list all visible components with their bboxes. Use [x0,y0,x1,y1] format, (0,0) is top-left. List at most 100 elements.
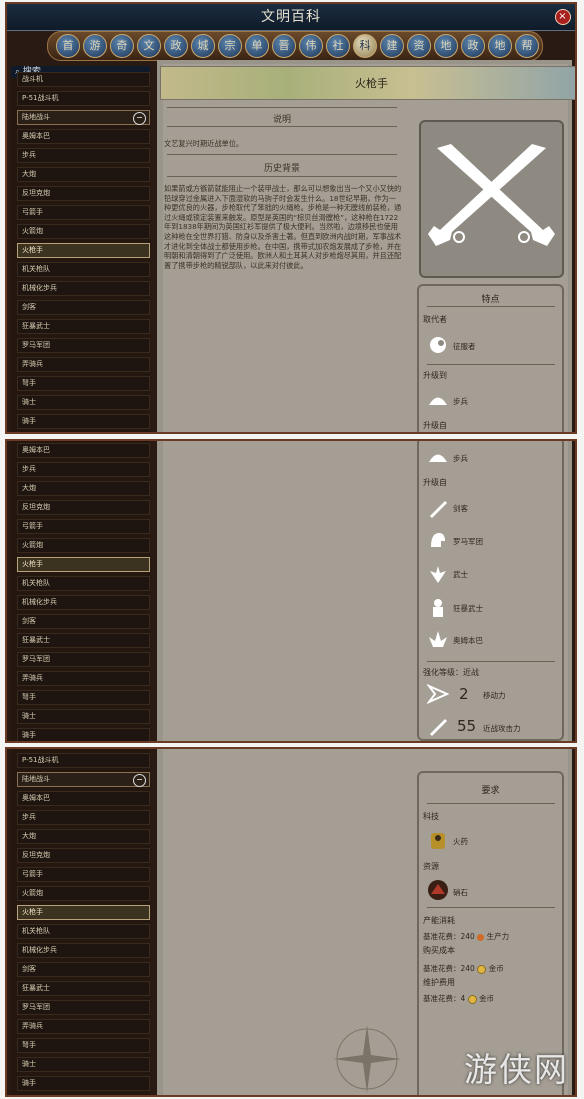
sidebar-item-label: 机械化步兵 [22,598,57,606]
sidebar-item[interactable]: 机关枪队 [17,924,150,939]
category-icon-0[interactable]: 首 [56,34,80,58]
sidebar-item[interactable]: 骑士 [17,709,150,724]
upgrade-from-unit[interactable]: 罗马军团 [453,536,483,547]
sidebar-item[interactable]: 机械化步兵 [17,943,150,958]
collapse-icon[interactable]: − [133,774,146,787]
upgrades-to-unit[interactable]: 步兵 [453,396,468,407]
history-text: 如果箭或方镞箭就能阻止一个装甲战士，那么可以想象出当一个又小又快的铅球穿过金属进… [164,184,402,270]
mohawk-icon[interactable] [427,629,449,651]
sidebar-item[interactable]: 剑客 [17,962,150,977]
category-icon-1[interactable]: 游 [83,34,107,58]
sidebar-item[interactable]: 骑手 [17,1076,150,1091]
saltpeter-icon[interactable] [427,879,449,901]
sidebar-item[interactable]: 陆地战斗 − [17,110,150,125]
sidebar-item[interactable]: 剑客 [17,614,150,629]
sidebar-item[interactable]: 机械化步兵 [17,595,150,610]
sidebar-item[interactable]: 火箭炮 [17,538,150,553]
sidebar-item[interactable]: 奥姆本巴 [17,443,150,458]
category-icon-12[interactable]: 建 [380,34,404,58]
sidebar-item[interactable]: 大炮 [17,829,150,844]
category-icon-15[interactable]: 政 [461,34,485,58]
sidebar-item[interactable]: 弓箭手 [17,519,150,534]
upgrade-from-unit[interactable]: 武士 [453,569,468,580]
category-icon-14[interactable]: 地 [434,34,458,58]
upgrades-to-unit[interactable]: 步兵 [453,453,468,464]
legion-helmet-icon[interactable] [427,529,449,551]
sidebar-item-label: 步兵 [22,813,36,821]
gunpowder-icon[interactable] [427,829,449,851]
sidebar-item[interactable]: 机关枪队 [17,576,150,591]
sidebar-item[interactable]: 陆地战斗 − [17,772,150,787]
infantry-helmet-icon[interactable] [427,447,449,469]
sidebar-item[interactable]: 大炮 [17,167,150,182]
resource-name[interactable]: 硝石 [453,887,468,898]
sidebar-item[interactable]: 步兵 [17,148,150,163]
sidebar-item[interactable]: 机械化步兵 [17,281,150,296]
sidebar-item[interactable]: 狂暴武士 [17,981,150,996]
close-button[interactable]: × [555,9,571,25]
sidebar-item[interactable]: 弩手 [17,690,150,705]
sword-icon[interactable] [427,497,449,519]
sidebar-item[interactable]: 狂暴武士 [17,633,150,648]
category-icon-3[interactable]: 文 [137,34,161,58]
sidebar-item[interactable]: P-51战斗机 [17,753,150,768]
upgrade-from-unit[interactable]: 剑客 [453,503,468,514]
sidebar-item[interactable]: 剑客 [17,300,150,315]
sidebar-item[interactable]: 弓箭手 [17,205,150,220]
category-icon-11[interactable]: 科 [353,34,377,58]
category-icon-13[interactable]: 资 [407,34,431,58]
sidebar-item[interactable]: 奥姆本巴 [17,129,150,144]
sidebar-item[interactable]: 罗马军团 [17,338,150,353]
category-icon-2[interactable]: 奇 [110,34,134,58]
sidebar-item[interactable]: 骑手 [17,414,150,429]
sidebar-item[interactable]: 弓箭手 [17,867,150,882]
sidebar-item[interactable]: 反坦克炮 [17,500,150,515]
tech-name[interactable]: 火药 [453,836,468,847]
sidebar-item[interactable]: 机关枪队 [17,262,150,277]
sidebar-item[interactable]: 火箭炮 [17,224,150,239]
sidebar-item[interactable]: 火枪手 [17,243,150,258]
category-icon-4[interactable]: 政 [164,34,188,58]
sidebar-item[interactable]: 骑士 [17,1057,150,1072]
category-icon-8[interactable]: 晋 [272,34,296,58]
category-icon-9[interactable]: 伟 [299,34,323,58]
replaces-unit[interactable]: 征服者 [453,341,476,352]
sidebar-item[interactable]: 步兵 [17,810,150,825]
sidebar-item[interactable]: 弄骑兵 [17,671,150,686]
upgrade-from-unit[interactable]: 奥姆本巴 [453,635,483,646]
sidebar-item[interactable]: 火枪手 [17,557,150,572]
berserker-icon[interactable] [427,597,449,619]
conquistador-icon[interactable] [427,334,449,356]
sidebar-item[interactable]: 罗马军团 [17,1000,150,1015]
sidebar-item-label: 大炮 [22,484,36,492]
sidebar-item[interactable]: 弩手 [17,376,150,391]
sidebar-item[interactable]: 骑手 [17,728,150,741]
sidebar-item[interactable]: 狂暴武士 [17,319,150,334]
sidebar-item[interactable]: 火枪手 [17,905,150,920]
category-icon-10[interactable]: 社 [326,34,350,58]
sidebar-item[interactable]: 步兵 [17,462,150,477]
category-icon-6[interactable]: 宗 [218,34,242,58]
sidebar-item[interactable]: 弄骑兵 [17,1019,150,1034]
collapse-icon[interactable]: − [133,112,146,125]
category-icon-16[interactable]: 地 [488,34,512,58]
category-icon-7[interactable]: 单 [245,34,269,58]
sidebar-item[interactable]: 奥姆本巴 [17,791,150,806]
upgrade-from-unit[interactable]: 狂暴武士 [453,603,483,614]
sidebar-item[interactable]: 战斗机 [17,72,150,87]
sidebar-item[interactable]: 反坦克炮 [17,848,150,863]
sidebar-item[interactable]: 大炮 [17,481,150,496]
sidebar-item-label: 弓箭手 [22,208,43,216]
sidebar-item[interactable]: 骑士 [17,395,150,410]
sidebar-item[interactable]: 反坦克炮 [17,186,150,201]
category-icon-5[interactable]: 城 [191,34,215,58]
category-icon-17[interactable]: 帮 [515,34,539,58]
sidebar-item[interactable]: 火箭炮 [17,886,150,901]
sidebar-item[interactable]: 罗马军团 [17,652,150,667]
infantry-helmet-icon[interactable] [427,390,449,412]
sidebar-item[interactable]: 弄骑兵 [17,357,150,372]
requirements-title: 要求 [481,786,500,796]
samurai-icon[interactable] [427,563,449,585]
sidebar-item[interactable]: P-51战斗机 [17,91,150,106]
sidebar-item[interactable]: 弩手 [17,1038,150,1053]
